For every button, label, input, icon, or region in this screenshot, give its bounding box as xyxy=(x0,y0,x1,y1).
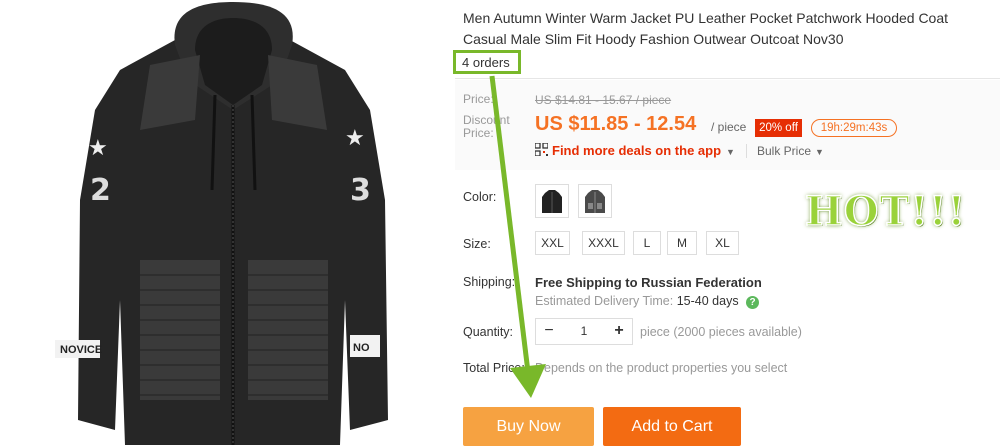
buy-now-button[interactable]: Buy Now xyxy=(463,407,594,446)
shipping-destination[interactable]: Free Shipping to Russian Federation xyxy=(535,275,762,290)
size-option-l[interactable]: L xyxy=(633,231,661,255)
original-price: US $14.81 - 15.67 / piece xyxy=(535,93,672,107)
size-option-xl[interactable]: XL xyxy=(706,231,739,255)
discount-price-label-line2: Price: xyxy=(463,126,494,140)
product-title: Men Autumn Winter Warm Jacket PU Leather… xyxy=(463,10,949,47)
chevron-down-icon[interactable]: ▼ xyxy=(726,147,735,157)
total-price-label: Total Price: xyxy=(463,361,525,375)
svg-text:3: 3 xyxy=(350,173,371,208)
find-deals-link[interactable]: Find more deals on the app xyxy=(552,143,721,158)
color-label: Color: xyxy=(463,190,497,204)
jacket-thumbnail-icon xyxy=(585,190,605,213)
quantity-label: Quantity: xyxy=(463,325,514,339)
color-swatch-gray[interactable] xyxy=(578,184,612,218)
title-divider xyxy=(455,78,1000,79)
price-label: Price: xyxy=(463,92,494,106)
delivery-time-label: Estimated Delivery Time: xyxy=(535,294,674,308)
svg-text:★: ★ xyxy=(345,126,365,151)
delivery-time: Estimated Delivery Time: 15-40 days xyxy=(535,294,739,308)
quantity-stepper: − 1 + xyxy=(535,318,633,345)
right-sleeve-patch-text: NO xyxy=(353,342,370,354)
total-price-note: Depends on the product properties you se… xyxy=(535,361,788,375)
quantity-increase-button[interactable]: + xyxy=(606,319,632,344)
quantity-available: piece (2000 pieces available) xyxy=(640,325,802,339)
size-option-xxl[interactable]: XXL xyxy=(535,231,570,255)
left-sleeve-patch-text: NOVICE xyxy=(60,344,102,356)
per-piece-unit: / piece xyxy=(711,120,747,134)
jacket-thumbnail-icon xyxy=(542,190,562,213)
svg-text:2: 2 xyxy=(90,173,111,208)
price-separator xyxy=(746,144,747,158)
size-option-m[interactable]: M xyxy=(667,231,697,255)
discount-badge: 20% off xyxy=(755,119,802,137)
countdown-timer: 19h:29m:43s xyxy=(811,119,897,137)
quantity-input[interactable]: 1 xyxy=(562,319,606,344)
bulk-price-dropdown[interactable]: Bulk Price xyxy=(757,144,811,158)
size-label: Size: xyxy=(463,237,491,251)
discount-price: US $11.85 - 12.54 xyxy=(535,113,697,135)
orders-count[interactable]: 4 orders xyxy=(462,55,510,70)
quantity-decrease-button[interactable]: − xyxy=(536,319,562,344)
help-icon[interactable]: ? xyxy=(746,296,759,309)
delivery-days: 15-40 days xyxy=(676,294,739,308)
chevron-down-icon[interactable]: ▼ xyxy=(815,147,824,157)
hot-promo-text: HOT!!! xyxy=(804,187,967,236)
product-image[interactable]: ★ ★ 2 3 NOVICE NO xyxy=(0,0,445,448)
add-to-cart-button[interactable]: Add to Cart xyxy=(603,407,741,446)
size-option-xxxl[interactable]: XXXL xyxy=(582,231,625,255)
shipping-label: Shipping: xyxy=(463,275,516,289)
qr-code-icon xyxy=(535,143,548,156)
jacket-illustration: ★ ★ 2 3 NOVICE NO xyxy=(55,2,388,445)
svg-text:★: ★ xyxy=(88,136,108,161)
color-swatch-black[interactable] xyxy=(535,184,569,218)
discount-price-label-line1: Discount xyxy=(463,113,510,127)
